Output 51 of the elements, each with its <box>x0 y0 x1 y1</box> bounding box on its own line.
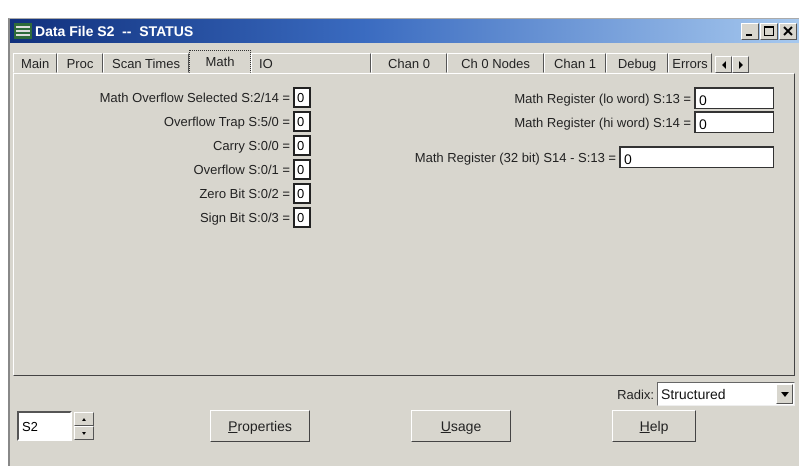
spin-down-button[interactable] <box>74 426 94 440</box>
file-field[interactable]: S2 <box>17 411 72 441</box>
radix-label: Radix: <box>617 386 654 402</box>
register-field[interactable]: 0 <box>694 111 774 133</box>
tab[interactable]: Ch 0 Nodes <box>447 53 544 73</box>
dialog-button[interactable]: Usage <box>411 410 511 442</box>
up-arrow-icon <box>82 418 86 420</box>
tab[interactable]: Chan 0 <box>371 53 447 73</box>
scroll-left-button[interactable] <box>715 56 732 73</box>
field-label: Math Register (lo word) S:13 = <box>514 90 691 106</box>
field-label: Math Register (hi word) S:14 = <box>514 114 691 130</box>
close-button[interactable] <box>779 22 797 40</box>
bit-field[interactable]: 0 <box>293 159 311 180</box>
down-arrow-icon <box>82 432 86 434</box>
field-label: Math Overflow Selected S:2/14 = <box>100 90 290 105</box>
spin-up-button[interactable] <box>74 412 94 426</box>
bit-field[interactable]: 0 <box>293 135 311 156</box>
tab[interactable]: Debug <box>606 53 668 73</box>
scroll-right-button[interactable] <box>732 56 749 73</box>
minimize-icon <box>746 34 752 36</box>
field-label: Overflow S:0/1 = <box>194 162 290 177</box>
field-label: Carry S:0/0 = <box>213 138 290 153</box>
bit-field[interactable]: 0 <box>293 183 311 204</box>
tab[interactable]: IO <box>251 53 371 73</box>
dialog-button[interactable]: Properties <box>210 410 310 442</box>
dialog-button[interactable]: Help <box>612 410 696 442</box>
bit-field[interactable]: 0 <box>293 207 311 228</box>
tab[interactable]: Main <box>13 53 57 73</box>
tab[interactable]: Chan 1 <box>544 53 606 73</box>
dropdown-arrow-icon <box>780 392 788 396</box>
left-arrow-icon <box>720 60 726 68</box>
radix-dropdown[interactable]: Structured <box>657 382 795 406</box>
window-title: Data File S2 -- STATUS <box>35 23 194 39</box>
tab[interactable]: Errors <box>668 53 712 73</box>
field-label: Overflow Trap S:5/0 = <box>164 114 290 129</box>
tab[interactable]: Math <box>189 50 251 73</box>
tab[interactable]: Proc <box>57 53 103 73</box>
maximize-button[interactable] <box>760 22 778 40</box>
field-label: Zero Bit S:0/2 = <box>199 186 290 201</box>
close-icon <box>783 26 793 36</box>
minimize-button[interactable] <box>741 22 759 40</box>
register-field[interactable]: 0 <box>694 87 774 109</box>
field-label: Sign Bit S:0/3 = <box>200 210 290 225</box>
bit-field[interactable]: 0 <box>293 111 311 132</box>
tab[interactable]: Scan Times <box>103 53 189 73</box>
right-arrow-icon <box>738 60 744 68</box>
field-label: Math Register (32 bit) S14 - S:13 = <box>414 150 616 164</box>
bit-field[interactable]: 0 <box>293 87 311 108</box>
register-field[interactable]: 0 <box>619 146 774 168</box>
table-icon <box>14 23 32 39</box>
maximize-icon <box>764 26 774 36</box>
